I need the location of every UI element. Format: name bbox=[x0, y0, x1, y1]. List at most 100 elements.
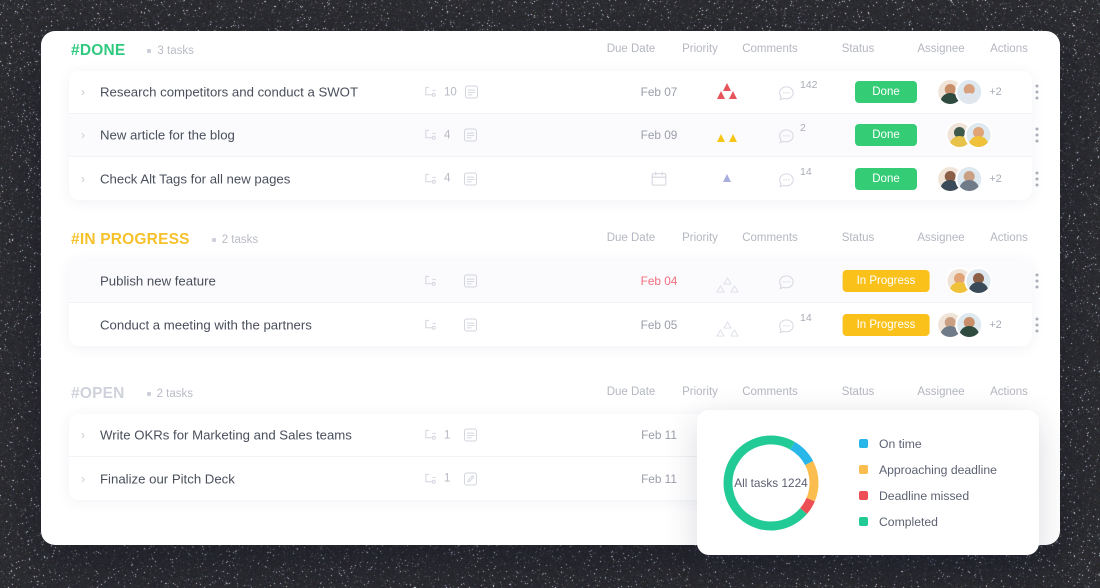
avatar[interactable] bbox=[955, 311, 983, 339]
expand-chevron-icon[interactable]: › bbox=[81, 429, 93, 441]
task-title[interactable]: Finalize our Pitch Deck bbox=[100, 471, 235, 486]
more-options-icon[interactable] bbox=[1036, 274, 1039, 289]
expand-chevron-icon[interactable]: › bbox=[81, 86, 93, 98]
status-badge[interactable]: Done bbox=[855, 124, 917, 146]
priority-cell[interactable] bbox=[715, 82, 741, 102]
priority-cell[interactable] bbox=[715, 169, 741, 189]
column-header-prio: Priority bbox=[682, 232, 718, 244]
legend-item[interactable]: Completed bbox=[859, 515, 997, 529]
expand-chevron-icon[interactable]: › bbox=[81, 129, 93, 141]
task-title[interactable]: Research competitors and conduct a SWOT bbox=[100, 85, 358, 100]
legend-item[interactable]: Deadline missed bbox=[859, 489, 997, 503]
assignee-cell[interactable] bbox=[946, 267, 993, 295]
assignee-cell[interactable]: +2 bbox=[936, 311, 1002, 339]
task-meta bbox=[424, 274, 529, 289]
table-row[interactable]: Conduct a meeting with the partners Feb … bbox=[69, 303, 1032, 346]
description-icon[interactable] bbox=[463, 274, 478, 289]
due-date-cell[interactable]: Feb 04 bbox=[641, 274, 678, 288]
task-meta: 10 bbox=[424, 85, 529, 100]
column-header-status: Status bbox=[842, 232, 875, 244]
more-options-icon[interactable] bbox=[1036, 171, 1039, 186]
comments-cell[interactable]: 2 bbox=[775, 122, 821, 148]
subtask-icon[interactable] bbox=[424, 318, 437, 331]
subtask-icon[interactable] bbox=[424, 86, 437, 99]
task-title[interactable]: Check Alt Tags for all new pages bbox=[100, 171, 290, 186]
donut-segment-0 bbox=[793, 445, 810, 462]
due-date-cell[interactable]: Feb 11 bbox=[641, 472, 677, 486]
table-row[interactable]: › New article for the blog 4 Feb 09 2 Do… bbox=[69, 114, 1032, 157]
assignee-cell[interactable]: +2 bbox=[936, 165, 1002, 193]
due-date-value: Feb 04 bbox=[641, 274, 678, 288]
comments-cell[interactable]: 14 bbox=[775, 312, 821, 338]
donut-segment-2 bbox=[804, 499, 811, 510]
due-date-cell[interactable]: Feb 07 bbox=[641, 85, 678, 99]
task-title[interactable]: Publish new feature bbox=[100, 274, 216, 289]
avatar[interactable] bbox=[955, 165, 983, 193]
priority-cell[interactable] bbox=[715, 125, 741, 145]
description-icon[interactable] bbox=[463, 171, 478, 186]
status-badge[interactable]: Done bbox=[855, 168, 917, 190]
expand-chevron-icon[interactable]: › bbox=[81, 473, 93, 485]
status-cell[interactable]: In Progress bbox=[843, 270, 930, 292]
status-cell[interactable]: Done bbox=[855, 124, 917, 146]
assignee-group[interactable] bbox=[946, 267, 993, 295]
subtask-count: 4 bbox=[444, 173, 456, 185]
status-cell[interactable]: Done bbox=[855, 81, 917, 103]
avatar[interactable] bbox=[965, 267, 993, 295]
assignee-group[interactable] bbox=[946, 121, 993, 149]
status-badge[interactable]: Done bbox=[855, 81, 917, 103]
assignee-group[interactable]: +2 bbox=[936, 311, 1002, 339]
priority-cell[interactable] bbox=[715, 315, 741, 335]
due-date-cell[interactable]: Feb 11 bbox=[641, 428, 677, 442]
row-actions-button[interactable] bbox=[1036, 171, 1039, 186]
due-date-cell[interactable]: Feb 09 bbox=[641, 128, 678, 142]
row-actions-button[interactable] bbox=[1036, 85, 1039, 100]
assignee-group[interactable]: +2 bbox=[936, 78, 1002, 106]
due-date-cell[interactable] bbox=[651, 170, 668, 187]
status-badge[interactable]: In Progress bbox=[843, 314, 930, 336]
assignee-group[interactable]: +2 bbox=[936, 165, 1002, 193]
description-icon[interactable] bbox=[463, 128, 478, 143]
status-cell[interactable]: Done bbox=[855, 168, 917, 190]
row-actions-button[interactable] bbox=[1036, 128, 1039, 143]
task-title[interactable]: New article for the blog bbox=[100, 128, 235, 143]
legend-item[interactable]: Approaching deadline bbox=[859, 463, 997, 477]
subtask-icon[interactable] bbox=[424, 472, 437, 485]
priority-cell[interactable] bbox=[715, 271, 741, 291]
legend-label: Deadline missed bbox=[879, 489, 969, 503]
avatar[interactable] bbox=[955, 78, 983, 106]
avatar[interactable] bbox=[965, 121, 993, 149]
legend-item[interactable]: On time bbox=[859, 437, 997, 451]
assignee-cell[interactable]: +2 bbox=[936, 78, 1002, 106]
assignee-cell[interactable] bbox=[946, 121, 993, 149]
more-options-icon[interactable] bbox=[1036, 317, 1039, 332]
task-title[interactable]: Write OKRs for Marketing and Sales teams bbox=[100, 428, 352, 443]
comments-cell[interactable]: 14 bbox=[775, 166, 821, 192]
subtask-icon[interactable] bbox=[424, 172, 437, 185]
row-actions-button[interactable] bbox=[1036, 274, 1039, 289]
table-row[interactable]: › Check Alt Tags for all new pages 4 14 … bbox=[69, 157, 1032, 200]
subtask-icon[interactable] bbox=[424, 429, 437, 442]
row-actions-button[interactable] bbox=[1036, 317, 1039, 332]
description-icon[interactable] bbox=[464, 85, 479, 100]
subtask-icon[interactable] bbox=[424, 275, 437, 288]
expand-chevron-icon[interactable]: › bbox=[81, 173, 93, 185]
calendar-icon[interactable] bbox=[651, 170, 668, 187]
chart-legend: On time Approaching deadline Deadline mi… bbox=[841, 437, 997, 529]
comment-bubble-icon bbox=[777, 127, 796, 151]
edit-icon[interactable] bbox=[463, 471, 478, 486]
description-icon[interactable] bbox=[463, 317, 478, 332]
status-cell[interactable]: In Progress bbox=[843, 314, 930, 336]
more-options-icon[interactable] bbox=[1036, 85, 1039, 100]
description-icon[interactable] bbox=[463, 428, 478, 443]
comments-cell[interactable]: 142 bbox=[775, 79, 821, 105]
due-date-cell[interactable]: Feb 05 bbox=[641, 318, 678, 332]
table-row[interactable]: › Research competitors and conduct a SWOT… bbox=[69, 71, 1032, 114]
section-done: #DONE 3 tasks Due Date Priority Comments St… bbox=[41, 31, 1060, 200]
task-title[interactable]: Conduct a meeting with the partners bbox=[100, 317, 312, 332]
table-row[interactable]: Publish new feature Feb 04 In Progress bbox=[69, 260, 1032, 303]
more-options-icon[interactable] bbox=[1036, 128, 1039, 143]
comments-cell[interactable] bbox=[775, 268, 821, 294]
status-badge[interactable]: In Progress bbox=[843, 270, 930, 292]
subtask-icon[interactable] bbox=[424, 129, 437, 142]
